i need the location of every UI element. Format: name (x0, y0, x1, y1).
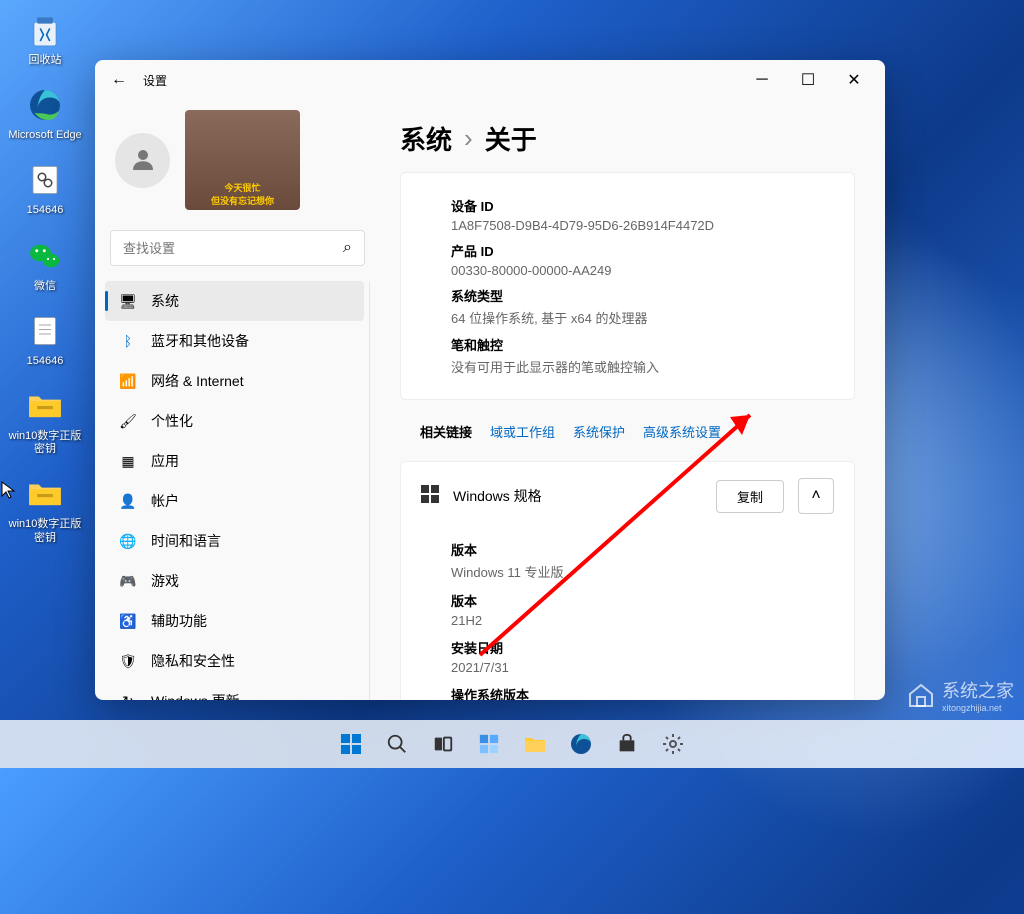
desktop-icon-edge[interactable]: Microsoft Edge (5, 80, 85, 147)
close-button[interactable]: ✕ (831, 64, 877, 96)
expand-button[interactable]: ˄ (798, 478, 834, 514)
profile-section (105, 100, 370, 230)
wifi-icon: 📶 (119, 372, 137, 390)
link-system-protection[interactable]: 系统保护 (573, 422, 625, 441)
related-links: 相关链接 域或工作组 系统保护 高级系统设置 (400, 410, 855, 453)
link-domain-workgroup[interactable]: 域或工作组 (490, 422, 555, 441)
minimize-button[interactable]: ─ (739, 64, 785, 96)
content-area: 系统 › 关于 设备 ID 1A8F7508-D9B4-4D79-95D6-26B… (380, 100, 885, 700)
version-label: 版本 (451, 591, 834, 610)
bluetooth-icon: ᛒ (119, 332, 137, 350)
desktop-icons: 回收站 Microsoft Edge 154646 微信 154646 win1… (5, 5, 85, 558)
desktop-icon-text-file[interactable]: 154646 (5, 306, 85, 373)
spec-header[interactable]: Windows 规格 复制 ˄ (401, 462, 854, 530)
version-value: 21H2 (451, 613, 834, 628)
nav-system[interactable]: 🖥系统 (105, 281, 364, 321)
desktop-icon-settings-file[interactable]: 154646 (5, 155, 85, 222)
spec-body: 版本 Windows 11 专业版 版本 21H2 安装日期 2021/7/31 操作… (401, 540, 854, 700)
settings-window: ← 设置 ─ ☐ ✕ ⌕ 🖥系统 ᛒ蓝牙和其他设备 📶网络 & Internet… (95, 60, 885, 700)
brush-icon: 🖌 (119, 412, 137, 430)
install-date-value: 2021/7/31 (451, 660, 834, 675)
breadcrumb-leaf: 关于 (485, 120, 537, 157)
system-type-value: 64 位操作系统, 基于 x64 的处理器 (451, 308, 834, 327)
device-id-label: 设备 ID (451, 196, 834, 215)
task-view-button[interactable] (423, 724, 463, 764)
nav-accessibility[interactable]: ♿辅助功能 (105, 601, 364, 641)
game-icon: 🎮 (119, 572, 137, 590)
icon-label: win10数字正版密钥 (7, 430, 83, 456)
icon-label: 微信 (34, 280, 56, 293)
desktop-icon-folder-1[interactable]: win10数字正版密钥 (5, 381, 85, 461)
nav-apps[interactable]: ▦应用 (105, 441, 364, 481)
nav-network[interactable]: 📶网络 & Internet (105, 361, 364, 401)
icon-label: win10数字正版密钥 (7, 518, 83, 544)
product-id-label: 产品 ID (451, 241, 834, 260)
widgets-button[interactable] (469, 724, 509, 764)
watermark: 系统之家 xitongzhijia.net (906, 677, 1014, 713)
device-id-value: 1A8F7508-D9B4-4D79-95D6-26B914F4472D (451, 218, 834, 233)
os-build-label: 操作系统版本 (451, 685, 834, 700)
nav-time-language[interactable]: 🌐时间和语言 (105, 521, 364, 561)
breadcrumb-sep: › (464, 123, 473, 154)
explorer-button[interactable] (515, 724, 555, 764)
sidebar: ⌕ 🖥系统 ᛒ蓝牙和其他设备 📶网络 & Internet 🖌个性化 ▦应用 👤… (95, 100, 380, 700)
edition-value: Windows 11 专业版 (451, 562, 834, 581)
link-advanced-system-settings[interactable]: 高级系统设置 (643, 422, 721, 441)
nav-gaming[interactable]: 🎮游戏 (105, 561, 364, 601)
icon-label: Microsoft Edge (8, 129, 81, 142)
nav-privacy[interactable]: 🛡隐私和安全性 (105, 641, 364, 681)
search-input[interactable] (123, 241, 343, 256)
edition-label: 版本 (451, 540, 834, 559)
accessibility-icon: ♿ (119, 612, 137, 630)
nav-list: 🖥系统 ᛒ蓝牙和其他设备 📶网络 & Internet 🖌个性化 ▦应用 👤帐户… (105, 281, 370, 700)
avatar-icon[interactable] (115, 133, 170, 188)
nav-bluetooth[interactable]: ᛒ蓝牙和其他设备 (105, 321, 364, 361)
user-icon: 👤 (119, 492, 137, 510)
update-icon: ↻ (119, 692, 137, 700)
product-id-value: 00330-80000-00000-AA249 (451, 263, 834, 278)
desktop-icon-recycle-bin[interactable]: 回收站 (5, 5, 85, 72)
install-date-label: 安装日期 (451, 638, 834, 657)
maximize-button[interactable]: ☐ (785, 64, 831, 96)
mouse-cursor (0, 480, 20, 500)
icon-label: 回收站 (29, 54, 62, 67)
start-button[interactable] (331, 724, 371, 764)
chevron-up-icon: ˄ (811, 487, 820, 505)
breadcrumb: 系统 › 关于 (400, 100, 855, 172)
nav-personalization[interactable]: 🖌个性化 (105, 401, 364, 441)
windows-icon (421, 485, 439, 508)
copy-button[interactable]: 复制 (716, 480, 784, 513)
taskbar (0, 720, 1024, 768)
shield-icon: 🛡 (119, 652, 137, 670)
pen-touch-value: 没有可用于此显示器的笔或触控输入 (451, 357, 834, 376)
window-title: 设置 (143, 72, 167, 89)
spec-title: Windows 规格 (453, 486, 702, 506)
breadcrumb-root[interactable]: 系统 (400, 120, 452, 157)
nav-update[interactable]: ↻Windows 更新 (105, 681, 364, 700)
store-button[interactable] (607, 724, 647, 764)
system-type-label: 系统类型 (451, 286, 834, 305)
related-label: 相关链接 (420, 422, 472, 441)
icon-label: 154646 (27, 204, 64, 217)
apps-icon: ▦ (119, 452, 137, 470)
globe-icon: 🌐 (119, 532, 137, 550)
desktop-icon-wechat[interactable]: 微信 (5, 231, 85, 298)
back-button[interactable]: ← (103, 64, 135, 96)
search-box[interactable]: ⌕ (110, 230, 365, 266)
windows-spec-card: Windows 规格 复制 ˄ 版本 Windows 11 专业版 版本 21H2 … (400, 461, 855, 700)
search-icon: ⌕ (343, 239, 352, 257)
edge-taskbar-button[interactable] (561, 724, 601, 764)
search-button[interactable] (377, 724, 417, 764)
nav-accounts[interactable]: 👤帐户 (105, 481, 364, 521)
device-info-card: 设备 ID 1A8F7508-D9B4-4D79-95D6-26B914F4472… (400, 172, 855, 400)
profile-picture[interactable] (185, 110, 300, 210)
system-icon: 🖥 (119, 292, 137, 310)
pen-touch-label: 笔和触控 (451, 335, 834, 354)
settings-taskbar-button[interactable] (653, 724, 693, 764)
titlebar: ← 设置 ─ ☐ ✕ (95, 60, 885, 100)
icon-label: 154646 (27, 355, 64, 368)
